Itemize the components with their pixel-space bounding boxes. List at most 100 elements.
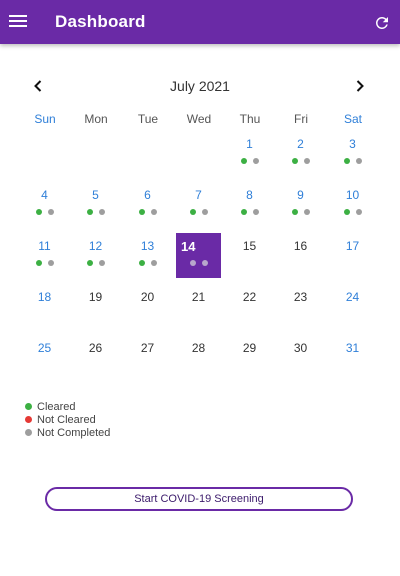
calendar-day[interactable]: 2	[278, 131, 323, 176]
green-status-dot	[240, 158, 247, 164]
day-number: 15	[242, 239, 257, 253]
day-number: 28	[191, 341, 206, 355]
calendar-day[interactable]: 28	[176, 335, 221, 380]
green-status-dot	[343, 209, 350, 215]
day-number: 19	[88, 290, 103, 304]
legend-label: Not Cleared	[37, 413, 96, 426]
weekday-fri: Fri	[294, 112, 308, 126]
weekday-mon: Mon	[84, 112, 108, 126]
status-dots	[176, 209, 221, 215]
status-dots	[22, 260, 67, 266]
green-status-dot	[138, 209, 145, 215]
menu-icon[interactable]	[9, 12, 29, 32]
calendar-day[interactable]: 1	[227, 131, 272, 176]
calendar-day[interactable]: 30	[278, 335, 323, 380]
green-status-dot	[86, 260, 93, 266]
legend-dot	[25, 429, 32, 436]
calendar-day[interactable]: 11	[22, 233, 67, 278]
calendar-day[interactable]: 4	[22, 182, 67, 227]
calendar-day[interactable]: 10	[330, 182, 375, 227]
gray-status-dot	[150, 209, 157, 215]
day-number: 26	[88, 341, 103, 355]
legend-dot	[25, 416, 32, 423]
calendar-day[interactable]: 17	[330, 233, 375, 278]
calendar-day[interactable]: 29	[227, 335, 272, 380]
gray-status-dot	[47, 260, 54, 266]
calendar-day[interactable]: 8	[227, 182, 272, 227]
gray-status-dot	[252, 158, 259, 164]
day-number: 11	[38, 239, 51, 253]
green-status-dot	[291, 158, 298, 164]
day-number: 7	[195, 188, 202, 202]
gray-status-dot	[201, 209, 208, 215]
status-dots	[125, 260, 170, 266]
legend-dot	[25, 403, 32, 410]
day-number: 12	[88, 239, 103, 253]
calendar-day[interactable]: 18	[22, 284, 67, 329]
calendar-day[interactable]: 22	[227, 284, 272, 329]
legend-item: Not Completed	[25, 426, 110, 439]
calendar-day[interactable]: 23	[278, 284, 323, 329]
status-dots	[278, 158, 323, 164]
calendar-day[interactable]: 20	[125, 284, 170, 329]
calendar-day[interactable]: 13	[125, 233, 170, 278]
calendar-day-selected[interactable]: 14	[176, 233, 221, 278]
day-number: 20	[140, 290, 155, 304]
green-status-dot	[86, 209, 93, 215]
day-number: 14	[181, 239, 196, 254]
calendar-day[interactable]: 27	[125, 335, 170, 380]
status-dots	[22, 209, 67, 215]
day-number: 18	[37, 290, 52, 304]
calendar-day[interactable]: 15	[227, 233, 272, 278]
day-number: 9	[297, 188, 304, 202]
calendar-day[interactable]: 5	[73, 182, 118, 227]
calendar-day[interactable]: 19	[73, 284, 118, 329]
gray-status-dot	[150, 260, 157, 266]
day-number: 8	[246, 188, 253, 202]
calendar-day[interactable]: 31	[330, 335, 375, 380]
calendar-day[interactable]: 12	[73, 233, 118, 278]
refresh-icon[interactable]	[373, 14, 391, 32]
day-number: 17	[345, 239, 360, 253]
green-status-dot	[35, 260, 42, 266]
calendar-day[interactable]: 9	[278, 182, 323, 227]
calendar-day[interactable]: 25	[22, 335, 67, 380]
calendar-day[interactable]: 3	[330, 131, 375, 176]
legend-item: Cleared	[25, 400, 110, 413]
calendar-day[interactable]: 16	[278, 233, 323, 278]
green-status-dot	[240, 209, 247, 215]
weekday-sat: Sat	[343, 112, 362, 126]
calendar-day[interactable]: 26	[73, 335, 118, 380]
day-number: 24	[345, 290, 360, 304]
calendar-day[interactable]: 21	[176, 284, 221, 329]
legend-label: Cleared	[37, 400, 76, 413]
calendar-day[interactable]: 24	[330, 284, 375, 329]
status-dots	[278, 209, 323, 215]
gray-status-dot	[252, 209, 259, 215]
status-dots	[73, 209, 118, 215]
gray-status-dot	[189, 260, 196, 266]
weekday-wed: Wed	[186, 112, 212, 126]
start-screening-button[interactable]: Start COVID-19 Screening	[45, 487, 353, 511]
calendar-day[interactable]: 6	[125, 182, 170, 227]
green-status-dot	[291, 209, 298, 215]
green-status-dot	[35, 209, 42, 215]
green-status-dot	[138, 260, 145, 266]
chevron-right-icon[interactable]	[350, 76, 370, 96]
legend-label: Not Completed	[37, 426, 111, 439]
weekday-thu: Thu	[239, 112, 261, 126]
status-legend: Cleared Not Cleared Not Completed	[25, 400, 110, 439]
status-dots	[227, 209, 272, 215]
app-bar: Dashboard	[0, 0, 400, 44]
status-dots	[227, 158, 272, 164]
green-status-dot	[189, 209, 196, 215]
gray-status-dot	[355, 158, 362, 164]
day-number: 6	[144, 188, 151, 202]
calendar-day[interactable]: 7	[176, 182, 221, 227]
gray-status-dot	[201, 260, 208, 266]
day-number: 13	[140, 239, 155, 253]
gray-status-dot	[47, 209, 54, 215]
status-dots	[73, 260, 118, 266]
gray-status-dot	[355, 209, 362, 215]
gray-status-dot	[98, 209, 105, 215]
